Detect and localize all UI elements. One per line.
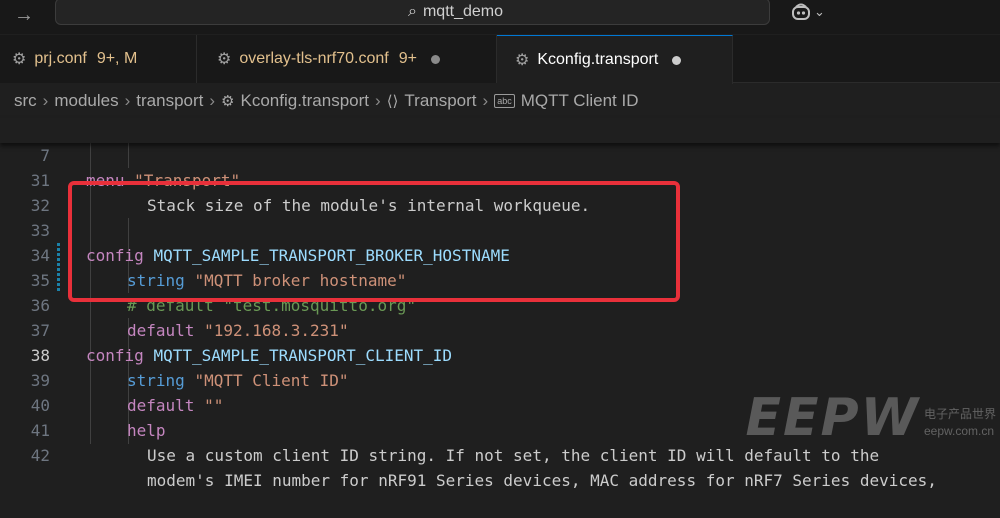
chevron-right-icon: › bbox=[375, 91, 381, 110]
watermark-logo: EEPW bbox=[745, 388, 920, 448]
chevron-right-icon: › bbox=[124, 91, 131, 110]
editor-tabs: ⚙ prj.conf 9+, M ⚙ overlay-tls-nrf70.con… bbox=[0, 35, 1000, 84]
arrow-right-icon[interactable]: → bbox=[14, 4, 34, 27]
gear-icon: ⚙ bbox=[221, 93, 235, 110]
code-text: modem's IMEI number for nRF91 Series dev… bbox=[147, 471, 937, 490]
sticky-scroll-line[interactable]: 7 menu "Transport" bbox=[0, 118, 1000, 190]
tab-label: Kconfig.transport bbox=[537, 51, 659, 68]
unsaved-dot-icon[interactable] bbox=[672, 55, 682, 65]
breadcrumb-item-transport[interactable]: transport bbox=[136, 91, 203, 111]
tab-label: prj.conf bbox=[34, 50, 87, 67]
breadcrumb-item-modules[interactable]: modules bbox=[54, 91, 118, 111]
line-number: 7 bbox=[40, 146, 50, 165]
chevron-right-icon: › bbox=[42, 91, 49, 110]
code-line-current[interactable]: 38 string "MQTT Client ID" bbox=[0, 318, 1000, 390]
copilot-menu[interactable]: ⌄ bbox=[790, 2, 825, 22]
watermark-domain: eepw.com.cn bbox=[923, 424, 995, 438]
tab-badge: 9+ bbox=[398, 50, 417, 67]
chevron-right-icon: › bbox=[209, 91, 216, 110]
breadcrumb-item-file[interactable]: Kconfig.transport bbox=[241, 91, 370, 111]
search-icon: ⌕ bbox=[408, 3, 417, 20]
breadcrumb-item-src[interactable]: src bbox=[14, 91, 37, 111]
code-line[interactable]: 31 Stack size of the module's internal w… bbox=[0, 143, 1000, 215]
breadcrumb-item-menu[interactable]: Transport bbox=[404, 91, 476, 111]
chevron-right-icon: › bbox=[482, 91, 489, 110]
tab-kconfig-transport[interactable]: ⚙ Kconfig.transport bbox=[497, 35, 733, 84]
breadcrumb: src › modules › transport › ⚙ Kconfig.tr… bbox=[0, 84, 1000, 118]
code-text: Use a custom client ID string. If not se… bbox=[147, 446, 880, 465]
unsaved-dot-icon[interactable] bbox=[430, 54, 440, 64]
code-line[interactable]: 39 default "" bbox=[0, 343, 1000, 415]
title-bar: → ⌕ mqtt_demo ⌄ bbox=[0, 0, 1000, 34]
gear-icon: ⚙ bbox=[12, 51, 27, 68]
chevron-down-icon: ⌄ bbox=[814, 4, 825, 19]
watermark-subtitle: 电子产品世界 bbox=[923, 407, 996, 421]
line-number: 42 bbox=[30, 446, 50, 465]
gear-icon: ⚙ bbox=[515, 52, 530, 69]
tab-badge: 9+, M bbox=[96, 50, 138, 67]
tab-prj-conf[interactable]: ⚙ prj.conf 9+, M bbox=[0, 35, 197, 83]
workspace-name: mqtt_demo bbox=[422, 3, 504, 20]
breadcrumb-item-symbol[interactable]: MQTT Client ID bbox=[521, 91, 639, 111]
tab-overlay-tls-nrf70-conf[interactable]: ⚙ overlay-tls-nrf70.conf 9+ bbox=[197, 35, 497, 83]
symbol-string-icon: abc bbox=[494, 94, 515, 108]
highlight-annotation-box bbox=[68, 181, 680, 302]
tab-label: overlay-tls-nrf70.conf bbox=[239, 50, 389, 67]
copilot-icon bbox=[792, 3, 810, 20]
command-center-search[interactable]: ⌕ mqtt_demo bbox=[55, 0, 770, 25]
symbol-namespace-icon: ⟨⟩ bbox=[386, 93, 399, 110]
gear-icon: ⚙ bbox=[217, 51, 232, 68]
watermark: EEPW 电子产品世界 eepw.com.cn bbox=[745, 388, 996, 448]
